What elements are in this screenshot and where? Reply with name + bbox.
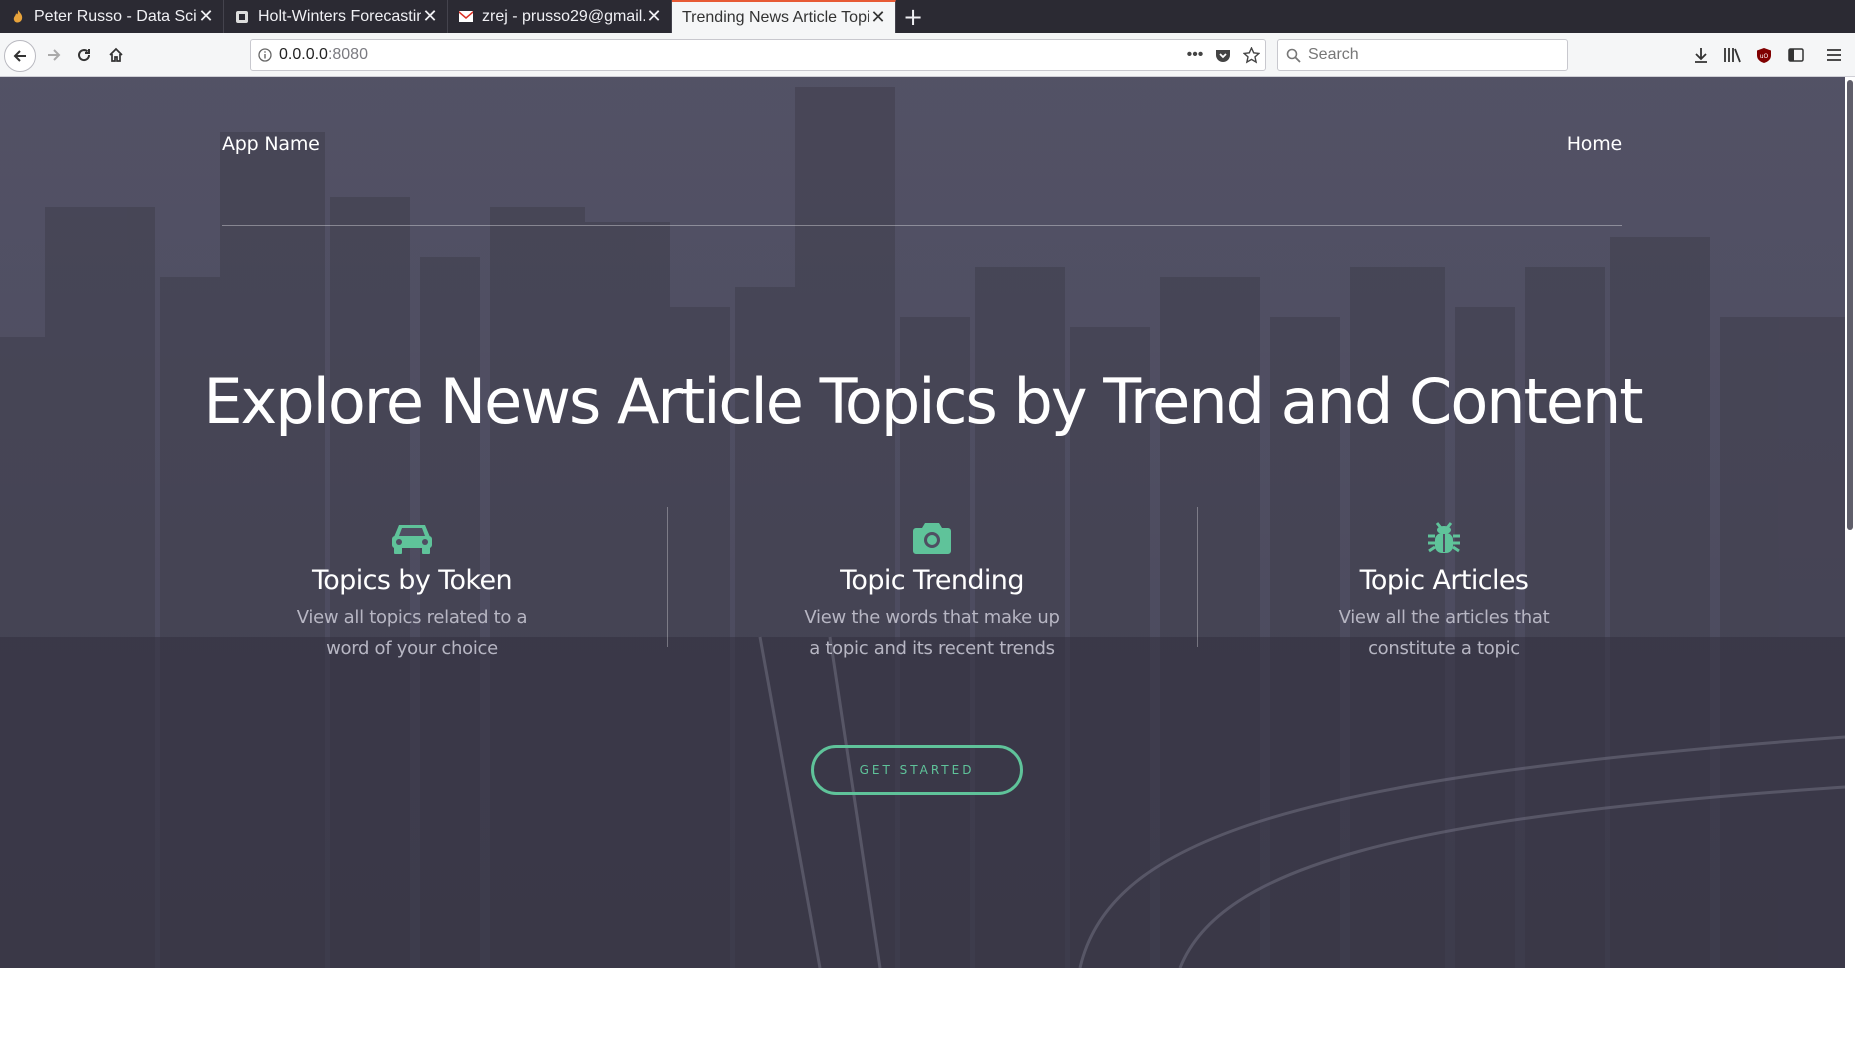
feature-divider [1197, 507, 1198, 647]
reload-button[interactable] [68, 39, 100, 71]
feature-description: View the words that make up a topic and i… [802, 602, 1062, 664]
tab-title: zrej - prusso29@gmail.c [482, 7, 645, 25]
tab-title: Peter Russo - Data Scien [34, 7, 197, 25]
page-actions-icon[interactable]: ••• [1181, 46, 1209, 64]
camera-icon [802, 507, 1062, 555]
get-started-button[interactable]: GET STARTED [811, 745, 1023, 795]
library-icon[interactable] [1716, 39, 1748, 71]
search-placeholder: Search [1308, 46, 1359, 63]
back-button[interactable] [4, 40, 36, 72]
brand-link[interactable]: App Name [222, 133, 320, 155]
close-icon[interactable]: ✕ [869, 7, 887, 28]
hamburger-menu-icon[interactable] [1818, 39, 1850, 71]
hero-headline: Explore News Article Topics by Trend and… [203, 365, 1643, 438]
feature-description-line: View all topics related to a [296, 607, 528, 628]
url-text: 0.0.0.0:8080 [279, 46, 1181, 64]
car-icon [282, 507, 542, 555]
search-icon [1278, 48, 1308, 63]
feature-description-line: constitute a topic [1368, 638, 1520, 659]
feature-divider [667, 507, 668, 647]
feature-title: Topic Trending [840, 565, 1024, 596]
flame-icon [10, 9, 26, 25]
ublock-icon[interactable]: uO [1748, 39, 1780, 71]
browser-tab-2[interactable]: Holt-Winters Forecastin ✕ [224, 0, 448, 33]
pocket-icon[interactable] [1209, 48, 1237, 63]
browser-tab-1[interactable]: Peter Russo - Data Scien ✕ [0, 0, 224, 33]
browser-toolbar: 0.0.0.0:8080 ••• Search uO [0, 33, 1855, 77]
close-icon[interactable]: ✕ [645, 6, 663, 27]
address-bar[interactable]: 0.0.0.0:8080 ••• [250, 39, 1266, 71]
new-tab-button[interactable]: + [896, 0, 930, 33]
url-port: :8080 [327, 46, 368, 63]
sidebar-icon[interactable] [1780, 39, 1812, 71]
tab-strip: Peter Russo - Data Scien ✕ Holt-Winters … [0, 0, 1855, 33]
gmail-icon [458, 9, 474, 25]
feature-topics-by-token[interactable]: Topics by Token View all topics related … [282, 507, 542, 664]
url-host: 0.0.0.0 [279, 46, 328, 63]
features-row: Topics by Token View all topics related … [0, 507, 1845, 687]
feature-description-line: word of your choice [326, 638, 498, 659]
page-icon [234, 9, 250, 25]
feature-description: View all the articles that constitute a t… [1314, 602, 1574, 664]
downloads-icon[interactable] [1685, 39, 1717, 71]
bug-icon [1314, 507, 1574, 555]
info-icon[interactable] [251, 48, 279, 62]
feature-description: View all topics related to a word of your… [282, 602, 542, 664]
close-icon[interactable]: ✕ [421, 6, 439, 27]
site-header: App Name Home [222, 77, 1622, 226]
feature-topic-trending[interactable]: Topic Trending View the words that make … [802, 507, 1062, 664]
bookmark-star-icon[interactable] [1237, 46, 1265, 64]
forward-button[interactable] [38, 39, 70, 71]
feature-description-line: View the words that make up [804, 607, 1060, 628]
feature-topic-articles[interactable]: Topic Articles View all the articles tha… [1314, 507, 1574, 664]
feature-description-line: a topic and its recent trends [809, 638, 1055, 659]
page-scrollbar-thumb[interactable] [1847, 80, 1853, 530]
browser-tab-4-active[interactable]: Trending News Article Topic ✕ [672, 0, 896, 33]
feature-title: Topic Articles [1359, 565, 1529, 596]
hero-section: App Name Home Explore News Article Topic… [0, 77, 1845, 968]
feature-title: Topics by Token [311, 565, 513, 596]
tab-title: Trending News Article Topic [682, 8, 869, 26]
search-bar[interactable]: Search [1277, 39, 1568, 71]
close-icon[interactable]: ✕ [197, 6, 215, 27]
browser-tab-3[interactable]: zrej - prusso29@gmail.c ✕ [448, 0, 672, 33]
nav-home-link[interactable]: Home [1567, 133, 1623, 155]
svg-text:uO: uO [1760, 53, 1769, 60]
feature-description-line: View all the articles that [1338, 607, 1550, 628]
home-button[interactable] [100, 39, 132, 71]
tab-title: Holt-Winters Forecastin [258, 7, 421, 25]
